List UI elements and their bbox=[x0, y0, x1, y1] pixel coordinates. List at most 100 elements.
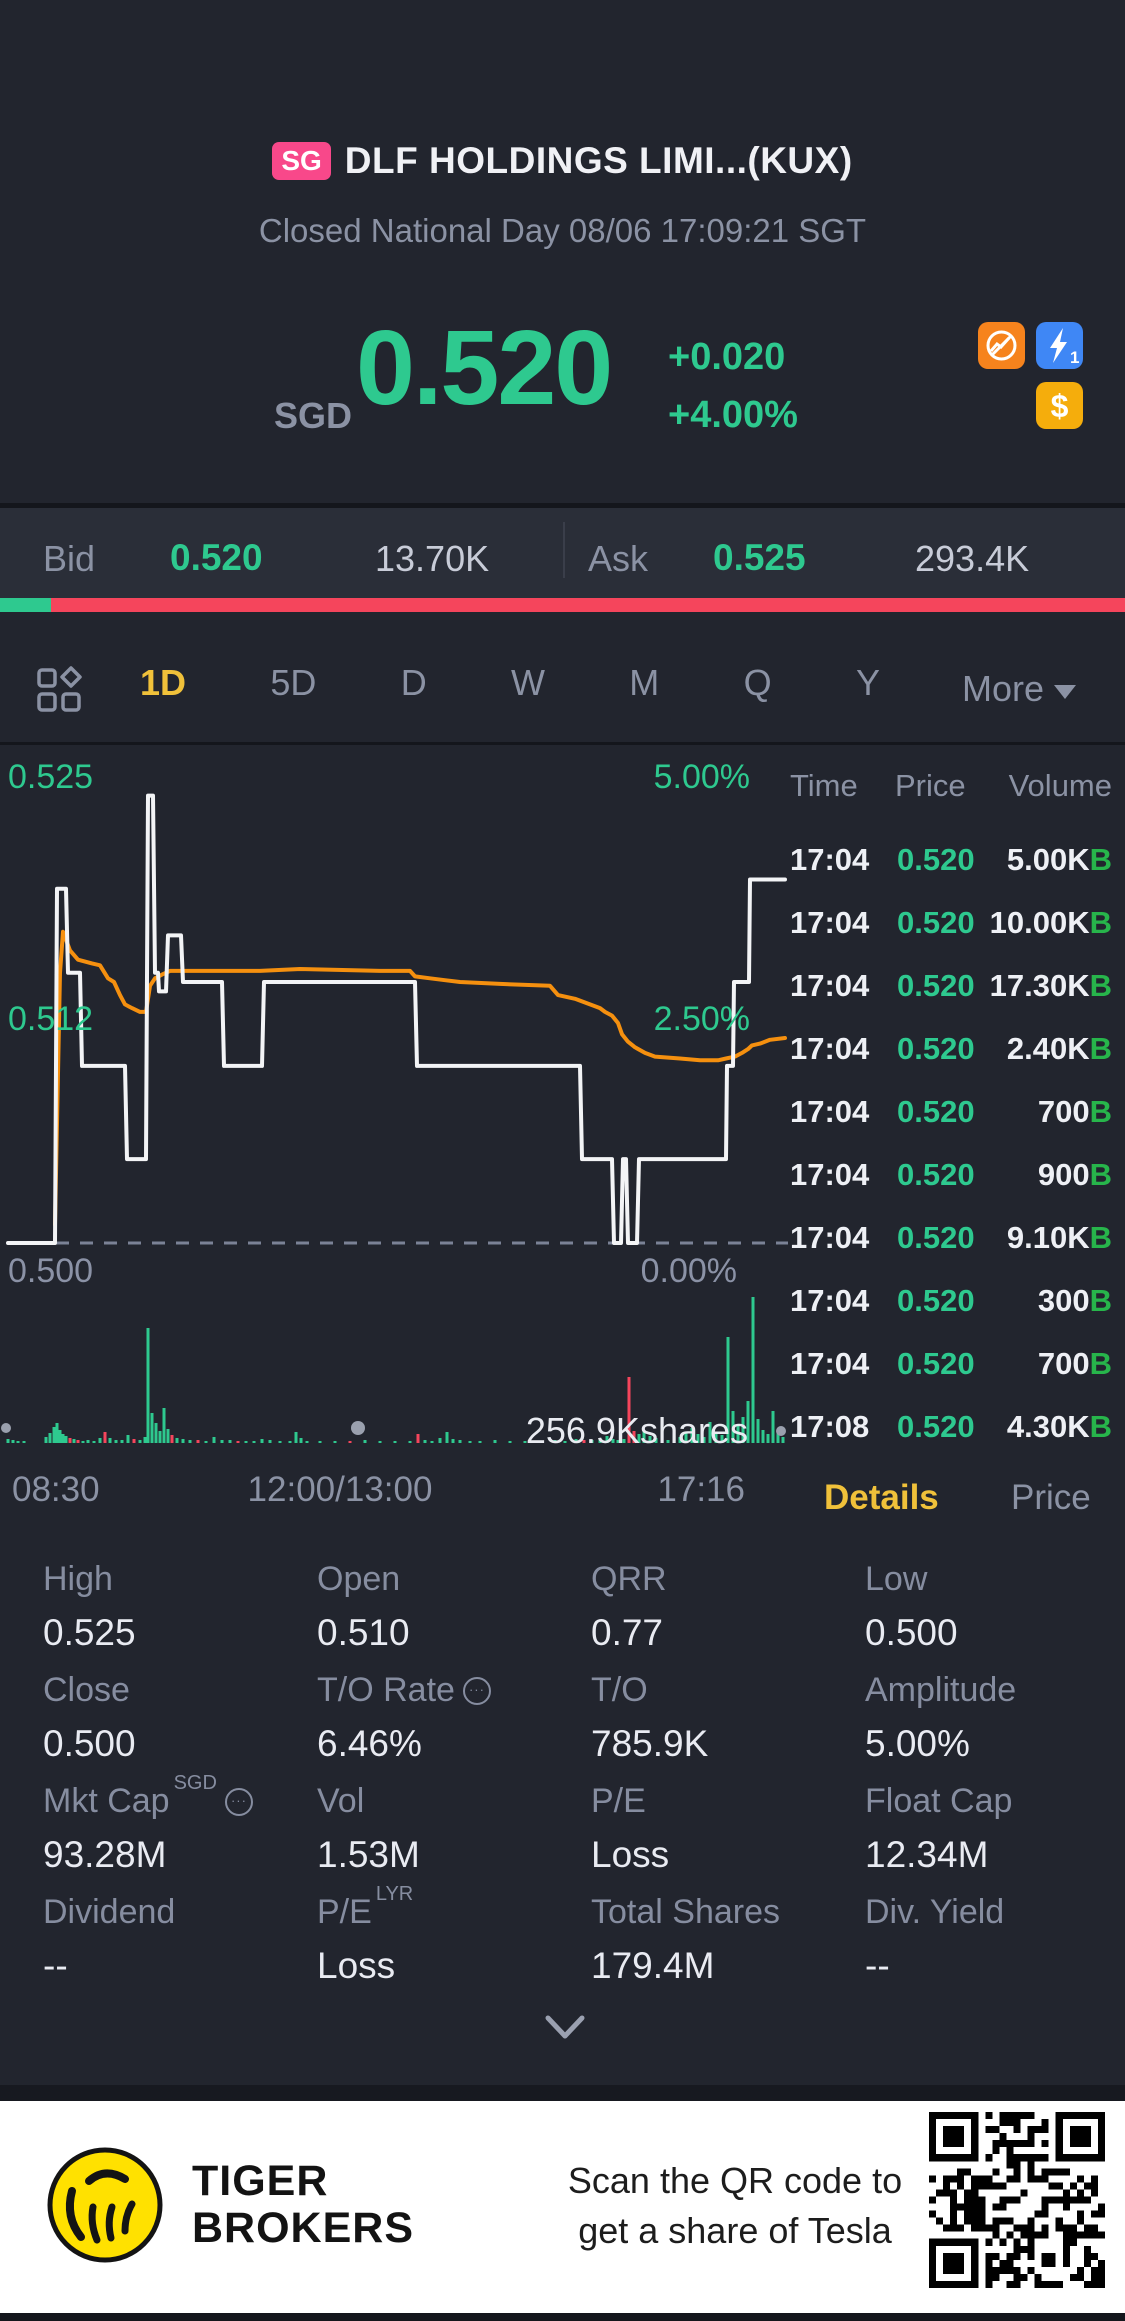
volume-bar bbox=[132, 1439, 136, 1443]
trade-volume: 2.40KB bbox=[1006, 1031, 1112, 1066]
time-sales-row: 17:04 0.520 5.00KB bbox=[740, 836, 1125, 899]
bid-ask-divider bbox=[563, 522, 565, 578]
tab-w[interactable]: W bbox=[511, 662, 545, 704]
volume-bar bbox=[188, 1440, 192, 1443]
volume-bar bbox=[44, 1437, 48, 1443]
time-sales-row: 17:04 0.520 900B bbox=[740, 1151, 1125, 1214]
short-sell-restricted-icon[interactable] bbox=[978, 322, 1025, 369]
stat-value: 0.510 bbox=[317, 1612, 410, 1653]
bid-label: Bid bbox=[43, 538, 96, 579]
trade-price: 0.520 bbox=[897, 1157, 975, 1192]
volume-bar bbox=[430, 1441, 434, 1443]
ask-ratio-bar bbox=[51, 598, 1125, 612]
trade-volume: 300B bbox=[1037, 1283, 1112, 1318]
market-status: Closed National Day 08/06 17:09:21 SGT bbox=[258, 212, 867, 249]
volume-bar bbox=[244, 1441, 248, 1443]
volume-bar bbox=[72, 1439, 76, 1443]
time-sales-row: 17:04 0.520 2.40KB bbox=[740, 1025, 1125, 1088]
tab-5d[interactable]: 5D bbox=[270, 662, 316, 704]
chart-layout-grid-icon[interactable] bbox=[36, 666, 82, 714]
volume-bar bbox=[363, 1440, 367, 1443]
time-sales-row: 17:08 0.520 4.30KB bbox=[740, 1403, 1125, 1466]
volume-bar bbox=[220, 1440, 224, 1443]
volume-bar bbox=[236, 1441, 240, 1443]
info-icon[interactable]: ··· bbox=[462, 1677, 491, 1705]
volume-bar bbox=[92, 1441, 96, 1443]
volume-bar bbox=[6, 1439, 10, 1443]
qr-caption-line1: Scan the QR code to bbox=[567, 2160, 903, 2201]
dollar-feature-icon[interactable]: $ bbox=[1036, 382, 1083, 429]
trade-price: 0.520 bbox=[897, 968, 975, 1003]
stat-cell: Dividend -- bbox=[43, 1886, 317, 1997]
stat-superscript: SGD bbox=[173, 1772, 217, 1794]
more-periods-button[interactable]: More bbox=[962, 668, 1077, 710]
volume-annotation: 256.9Kshares bbox=[525, 1410, 748, 1451]
volume-bar bbox=[166, 1429, 170, 1443]
tab-q[interactable]: Q bbox=[744, 662, 772, 704]
y-label-low-pct: 0.00% bbox=[640, 1252, 737, 1290]
trade-price: 0.520 bbox=[897, 1220, 975, 1255]
stat-value: 12.34M bbox=[865, 1834, 989, 1875]
tab-m[interactable]: M bbox=[629, 662, 659, 704]
volume-bar bbox=[196, 1440, 200, 1443]
stat-cell: Total Shares 179.4M bbox=[591, 1886, 865, 1997]
volume-bar bbox=[11, 1440, 15, 1443]
stat-value: -- bbox=[43, 1945, 68, 1986]
volume-bar bbox=[126, 1435, 130, 1443]
tab-d[interactable]: D bbox=[401, 662, 427, 704]
tab-price[interactable]: Price bbox=[1011, 1478, 1091, 1518]
flash-order-1-icon[interactable]: 1 bbox=[1036, 322, 1083, 369]
stat-value: 0.77 bbox=[591, 1612, 664, 1653]
trade-volume: 10.00KB bbox=[989, 905, 1112, 940]
volume-bar bbox=[299, 1438, 303, 1443]
bid-price: 0.520 bbox=[170, 537, 263, 578]
volume-bar bbox=[318, 1441, 322, 1443]
volume-bar bbox=[150, 1413, 154, 1443]
stat-cell: P/E Loss bbox=[591, 1775, 865, 1886]
tab-1d[interactable]: 1D bbox=[140, 662, 186, 704]
stat-value: Loss bbox=[317, 1945, 396, 1986]
stat-cell: Amplitude 5.00% bbox=[865, 1664, 1125, 1775]
trade-time: 17:04 bbox=[790, 842, 870, 877]
x-label-open: 08:30 bbox=[12, 1470, 100, 1509]
divider bbox=[0, 2085, 1125, 2101]
ts-header-volume: Volume bbox=[1008, 768, 1112, 803]
stat-value: 0.500 bbox=[865, 1612, 958, 1653]
trade-time: 17:04 bbox=[790, 968, 870, 1003]
trade-volume: 700B bbox=[1037, 1094, 1112, 1129]
volume-bar bbox=[158, 1431, 162, 1443]
chevron-down-icon bbox=[1054, 685, 1077, 699]
trade-volume: 9.10KB bbox=[1006, 1220, 1112, 1255]
time-sales-row: 17:04 0.520 700B bbox=[740, 1340, 1125, 1403]
expand-chevron-icon[interactable] bbox=[540, 2012, 590, 2044]
volume-bar bbox=[138, 1440, 142, 1443]
tab-y[interactable]: Y bbox=[856, 662, 880, 704]
volume-bar bbox=[64, 1436, 68, 1443]
period-tab-bar: 1D 5D D W M Q Y bbox=[140, 662, 880, 704]
stat-label: Vol bbox=[317, 1782, 365, 1820]
time-sales-row: 17:04 0.520 17.30KB bbox=[740, 962, 1125, 1025]
avg_price-line bbox=[53, 929, 787, 1227]
scrubber-dot bbox=[1, 1423, 11, 1433]
info-icon[interactable]: ··· bbox=[224, 1788, 253, 1816]
last-price: 0.520 bbox=[356, 309, 613, 427]
screen-edge bbox=[0, 2313, 1125, 2321]
stat-cell: T/O 785.9K bbox=[591, 1664, 865, 1775]
ask-size: 293.4K bbox=[915, 538, 1030, 579]
volume-bar bbox=[416, 1434, 420, 1443]
ts-header-time: Time bbox=[790, 768, 858, 803]
stat-label: P/E bbox=[591, 1782, 646, 1820]
volume-bar bbox=[58, 1430, 62, 1443]
brand-line2: BROKERS bbox=[192, 2204, 415, 2252]
trade-time: 17:04 bbox=[790, 1346, 870, 1381]
stat-value: 1.53M bbox=[317, 1834, 420, 1875]
trade-volume: 5.00KB bbox=[1006, 842, 1112, 877]
trade-price: 0.520 bbox=[897, 1409, 975, 1444]
time-sales-row: 17:04 0.520 300B bbox=[740, 1277, 1125, 1340]
stat-value: Loss bbox=[591, 1834, 670, 1875]
tab-details[interactable]: Details bbox=[824, 1478, 939, 1518]
volume-bar bbox=[348, 1441, 352, 1443]
volume-bar bbox=[55, 1423, 59, 1443]
volume-bar bbox=[81, 1441, 85, 1443]
y-label-low: 0.500 bbox=[8, 1252, 94, 1290]
